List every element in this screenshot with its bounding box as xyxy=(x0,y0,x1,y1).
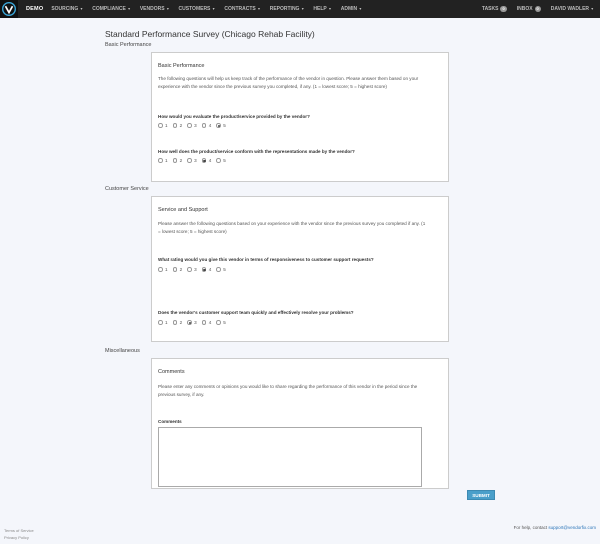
caret-down-icon: ▼ xyxy=(127,7,131,11)
rating-radio-5[interactable] xyxy=(216,158,221,163)
menu-admin[interactable]: ADMIN ▼ xyxy=(341,6,362,12)
rating-label: 4 xyxy=(208,123,212,128)
question-label: Does the vendor's customer support team … xyxy=(158,310,354,315)
menu-reporting[interactable]: REPORTING ▼ xyxy=(270,6,305,12)
rating-radio-4[interactable] xyxy=(201,158,207,163)
rating-label: 5 xyxy=(223,123,226,128)
rating-label: 2 xyxy=(179,158,183,163)
brand-name[interactable]: DEMO xyxy=(26,6,43,12)
page-title: Standard Performance Survey (Chicago Reh… xyxy=(105,29,315,39)
caret-down-icon: ▼ xyxy=(358,7,363,11)
caret-down-icon: ▼ xyxy=(79,7,84,11)
rating-radio-2[interactable] xyxy=(172,320,178,325)
question-label: What rating would you give this vendor i… xyxy=(158,257,374,262)
question-label: How well does the product/service confor… xyxy=(158,149,355,154)
support-email-link[interactable]: support@vendorfix.com xyxy=(548,525,596,530)
section-label-misc: Miscellaneous xyxy=(105,348,140,354)
rating-radio-1[interactable] xyxy=(158,320,163,325)
menu-vendors[interactable]: VENDORS ▼ xyxy=(140,6,170,12)
rating-radio-3[interactable] xyxy=(187,320,192,325)
rating-radio-3[interactable] xyxy=(187,123,192,128)
rating-radio-2[interactable] xyxy=(172,123,178,128)
section-label-basic: Basic Performance xyxy=(105,42,152,48)
rating-label: 1 xyxy=(165,123,168,128)
caret-down-icon: ▼ xyxy=(166,7,170,11)
panel-basic-performance: Basic Performance The following question… xyxy=(151,52,449,182)
rating-group-support-q2: 1 2 3 4 5 xyxy=(158,320,231,325)
user-nav: TASKS 0 INBOX 0 DAVID WADLER ▼ xyxy=(472,0,594,18)
tasks-link[interactable]: TASKS 0 xyxy=(482,6,507,12)
rating-radio-2[interactable] xyxy=(172,158,178,163)
comments-textarea[interactable] xyxy=(158,427,422,487)
caret-down-icon: ▼ xyxy=(590,7,594,11)
rating-radio-2[interactable] xyxy=(172,267,178,272)
user-menu[interactable]: DAVID WADLER ▼ xyxy=(551,6,594,12)
rating-label: 3 xyxy=(194,158,197,163)
rating-radio-4[interactable] xyxy=(201,267,207,272)
menu-help[interactable]: HELP ▼ xyxy=(313,6,331,12)
panel-service-support: Service and Support Please answer the fo… xyxy=(151,196,449,342)
rating-label: 3 xyxy=(194,267,197,272)
inbox-count-badge: 0 xyxy=(534,6,541,12)
rating-radio-3[interactable] xyxy=(187,158,192,163)
app-logo[interactable] xyxy=(0,0,18,18)
rating-group-basic-q1: 1 2 3 4 5 xyxy=(158,123,231,128)
rating-label: 5 xyxy=(223,320,226,325)
panel-comments: Comments Please enter any comments or op… xyxy=(151,358,449,489)
rating-label: 4 xyxy=(208,158,212,163)
rating-label: 3 xyxy=(194,320,197,325)
rating-label: 4 xyxy=(208,320,212,325)
footer-help: For help, contact support@vendorfix.com xyxy=(514,525,596,530)
rating-radio-1[interactable] xyxy=(158,158,163,163)
rating-radio-5[interactable] xyxy=(216,320,221,325)
comments-field-label: Comments xyxy=(158,419,182,424)
rating-radio-1[interactable] xyxy=(158,123,163,128)
submit-button[interactable]: SUBMIT xyxy=(467,490,495,500)
panel-title: Comments xyxy=(158,369,185,375)
caret-down-icon: ▼ xyxy=(257,7,261,11)
panel-description: Please answer the following questions ba… xyxy=(158,221,426,234)
rating-label: 2 xyxy=(179,123,183,128)
menu-compliance[interactable]: COMPLIANCE ▼ xyxy=(92,6,131,12)
caret-down-icon: ▼ xyxy=(300,7,305,11)
rating-label: 5 xyxy=(223,267,226,272)
rating-label: 2 xyxy=(179,320,183,325)
rating-label: 1 xyxy=(165,320,168,325)
rating-radio-5[interactable] xyxy=(216,267,221,272)
rating-radio-3[interactable] xyxy=(187,267,192,272)
caret-down-icon: ▼ xyxy=(211,7,216,11)
panel-title: Basic Performance xyxy=(158,63,205,69)
terms-link[interactable]: Terms of Service xyxy=(4,528,34,535)
rating-radio-1[interactable] xyxy=(158,267,163,272)
rating-radio-4[interactable] xyxy=(201,320,207,325)
footer-links: Terms of Service Privacy Policy xyxy=(4,528,34,541)
rating-label: 1 xyxy=(165,267,168,272)
question-label: How would you evaluate the product/servi… xyxy=(158,114,310,119)
top-navbar: DEMO SOURCING ▼ COMPLIANCE ▼ VENDORS ▼ CUST… xyxy=(0,0,600,18)
privacy-link[interactable]: Privacy Policy xyxy=(4,535,34,542)
rating-label: 1 xyxy=(165,158,168,163)
logo-icon xyxy=(2,2,16,16)
inbox-link[interactable]: INBOX 0 xyxy=(517,6,541,12)
rating-label: 4 xyxy=(208,267,212,272)
panel-title: Service and Support xyxy=(158,207,208,213)
menu-contracts[interactable]: CONTRACTS ▼ xyxy=(224,6,260,12)
rating-label: 3 xyxy=(194,123,197,128)
rating-group-support-q1: 1 2 3 4 5 xyxy=(158,267,231,272)
menu-customers[interactable]: CUSTOMERS ▼ xyxy=(179,6,216,12)
caret-down-icon: ▼ xyxy=(328,7,332,11)
main-menu: SOURCING ▼ COMPLIANCE ▼ VENDORS ▼ CUSTOMERS… xyxy=(51,6,371,12)
rating-label: 2 xyxy=(179,267,183,272)
tasks-count-badge: 0 xyxy=(500,6,507,12)
rating-radio-5[interactable] xyxy=(216,123,221,128)
rating-radio-4[interactable] xyxy=(201,123,207,128)
panel-description: The following questions will help us kee… xyxy=(158,76,419,89)
help-text: For help, contact xyxy=(513,525,548,530)
panel-description: Please enter any comments or opinions yo… xyxy=(158,384,418,397)
rating-group-basic-q2: 1 2 3 4 5 xyxy=(158,158,231,163)
menu-sourcing[interactable]: SOURCING ▼ xyxy=(51,6,83,12)
section-label-support: Customer Service xyxy=(105,186,149,192)
rating-label: 5 xyxy=(223,158,226,163)
